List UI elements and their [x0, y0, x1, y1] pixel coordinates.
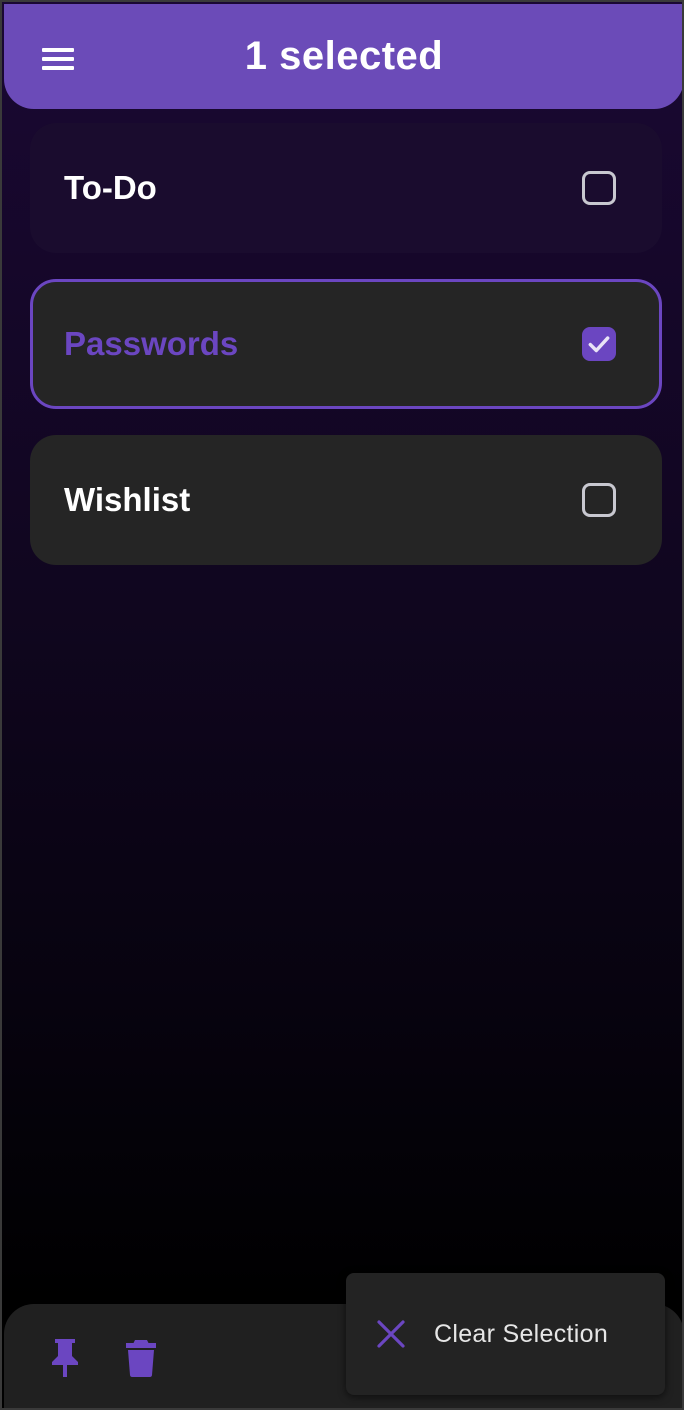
list-item-passwords[interactable]: Passwords — [30, 279, 662, 409]
page-title: 1 selected — [244, 34, 444, 78]
top-app-bar: 1 selected — [4, 4, 682, 109]
list-item-wishlist[interactable]: Wishlist — [30, 435, 662, 565]
close-icon — [377, 1320, 405, 1348]
clear-selection-label: Clear Selection — [434, 1320, 609, 1348]
list-item-label: To-Do — [64, 169, 157, 206]
list-item-todo[interactable]: To-Do — [30, 123, 662, 253]
list-item-label: Passwords — [64, 325, 239, 362]
checkbox-unchecked[interactable] — [582, 171, 616, 205]
app-screen: 1 selected To-Do Passwords Wishlist Clea… — [0, 0, 684, 1410]
clear-selection-button[interactable]: Clear Selection — [346, 1273, 665, 1395]
pin-icon[interactable] — [46, 1336, 84, 1378]
list-item-label: Wishlist — [64, 481, 191, 518]
trash-icon[interactable] — [124, 1338, 158, 1378]
check-icon — [588, 336, 610, 353]
checkbox-unchecked[interactable] — [582, 483, 616, 517]
checkbox-checked[interactable] — [582, 327, 616, 361]
